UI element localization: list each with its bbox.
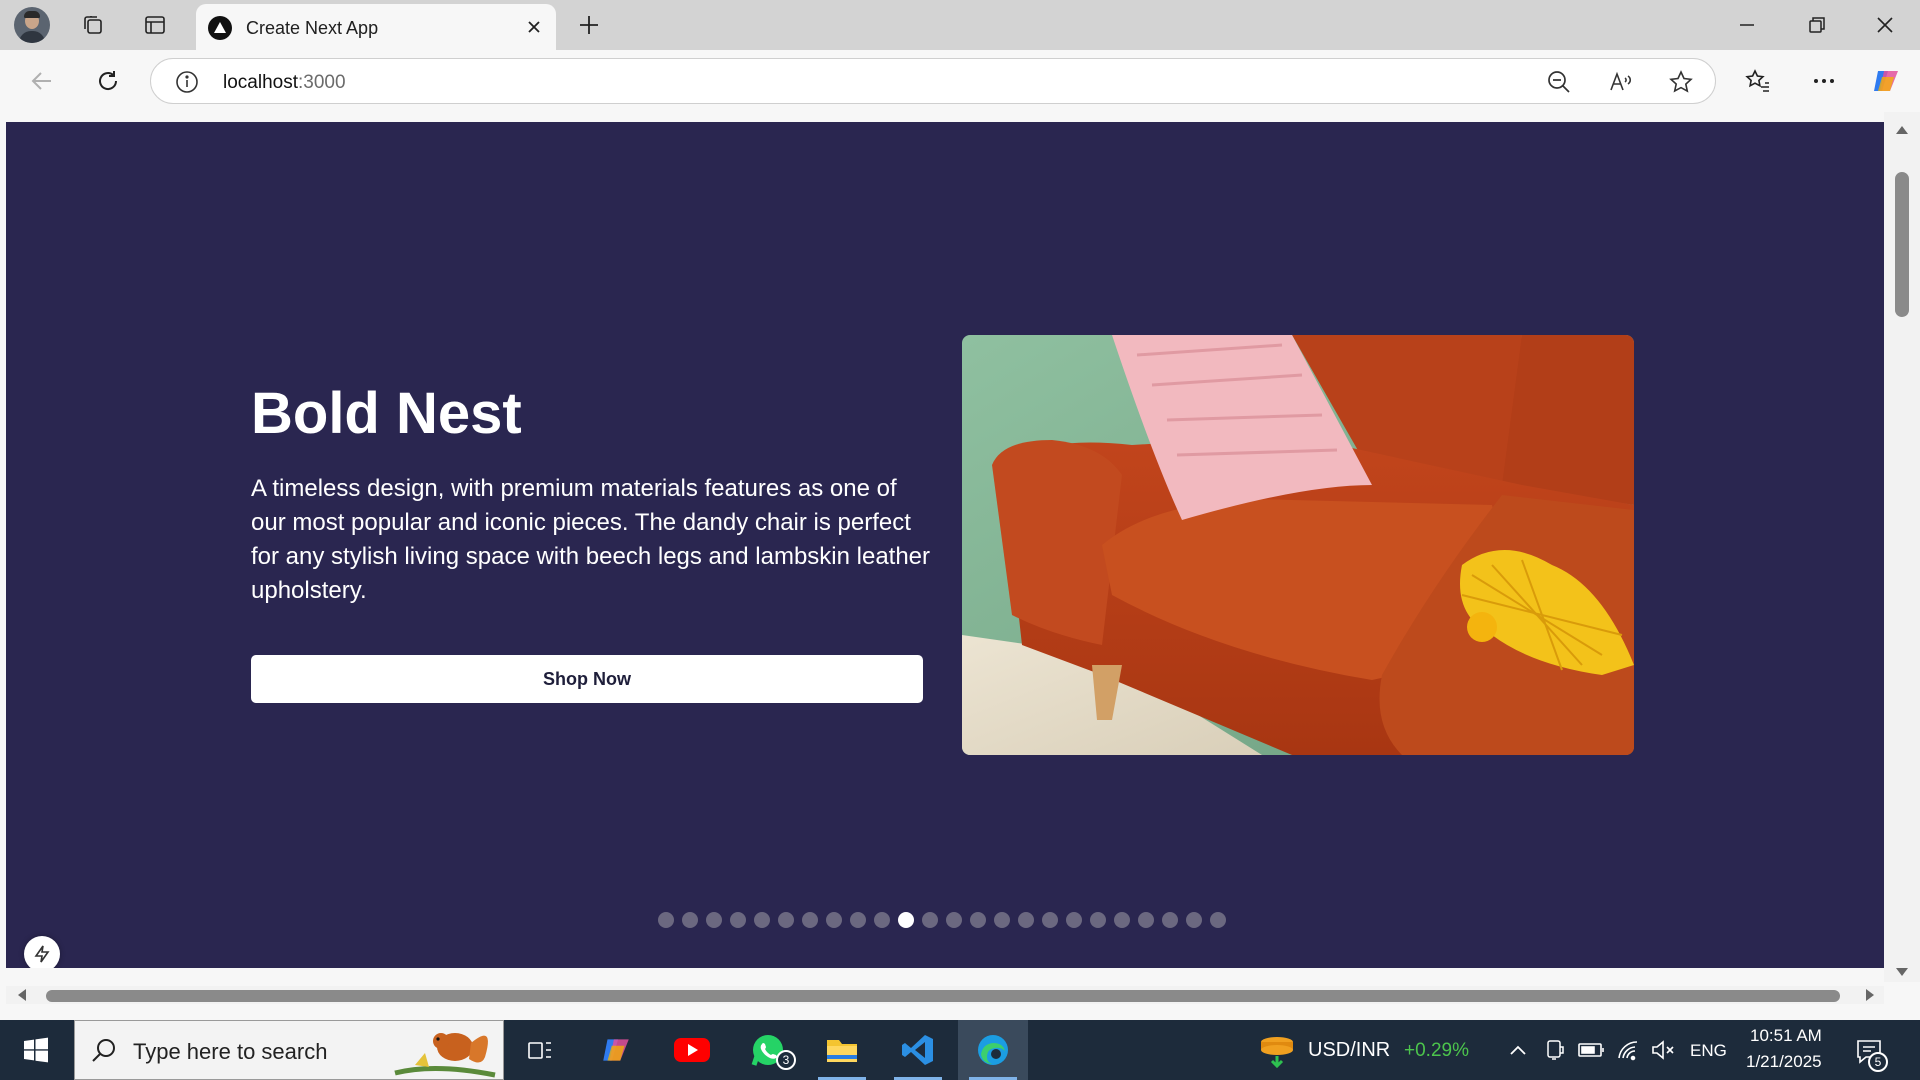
nextjs-dev-tools-icon[interactable] [24,936,60,968]
new-tab-icon[interactable] [572,8,606,42]
file-explorer-icon[interactable] [808,1020,876,1080]
favorites-icon[interactable] [1740,63,1776,99]
hero-description: A timeless design, with premium material… [251,475,931,604]
stock-change: +0.29% [1404,1040,1469,1061]
browser-tab-strip: Create Next App [0,0,1920,50]
carousel-dot[interactable] [1162,912,1178,928]
page-viewport: Bold Nest A timeless design, with premiu… [6,122,1884,968]
vertical-scroll-thumb[interactable] [1895,172,1909,317]
clock-date[interactable]: 1/21/2025 [1746,1052,1822,1072]
horizontal-scrollbar[interactable] [6,986,1884,1004]
favorite-star-icon[interactable] [1667,68,1695,96]
vertical-scrollbar[interactable] [1884,112,1920,982]
carousel-dot[interactable] [658,912,674,928]
search-icon [92,1039,115,1062]
nextjs-favicon-icon [208,16,232,40]
tab-active[interactable]: Create Next App [196,4,556,50]
carousel-dot[interactable] [1114,912,1130,928]
scroll-left-icon[interactable] [18,989,26,1001]
shop-now-button[interactable]: Shop Now [251,655,923,703]
refresh-icon[interactable] [90,63,126,99]
carousel-dots [658,912,1226,928]
read-aloud-icon[interactable] [1607,68,1635,96]
stock-label[interactable]: USD/INR [1308,1039,1390,1062]
tab-actions-icon[interactable] [138,8,172,42]
address-bar-row: localhost:3000 [0,50,1920,112]
language-indicator[interactable]: ENG [1690,1041,1727,1061]
carousel-dot[interactable] [1186,912,1202,928]
hero-title: Bold Nest [251,381,522,446]
taskbar-search[interactable]: Type here to search [74,1020,504,1080]
minimize-icon[interactable] [1724,8,1770,42]
zoom-out-icon[interactable] [1545,68,1573,96]
clock-time[interactable]: 10:51 AM [1750,1026,1822,1046]
youtube-icon[interactable] [658,1020,726,1080]
meet-now-icon[interactable] [1544,1038,1566,1062]
windows-taskbar: Type here to search 3 USD/INR +0.29% ENG… [0,1020,1920,1080]
carousel-dot[interactable] [922,912,938,928]
carousel-dot[interactable] [946,912,962,928]
workspaces-icon[interactable] [76,8,110,42]
carousel-dot[interactable] [1042,912,1058,928]
more-options-icon[interactable] [1806,63,1842,99]
carousel-dot[interactable] [874,912,890,928]
volume-muted-icon[interactable] [1650,1038,1676,1062]
site-info-icon[interactable] [175,70,199,94]
copilot-icon[interactable] [1868,63,1904,99]
carousel-dot[interactable] [850,912,866,928]
carousel-dot[interactable] [706,912,722,928]
back-icon[interactable] [24,63,60,99]
carousel-dot[interactable] [682,912,698,928]
address-bar[interactable]: localhost:3000 [150,58,1716,104]
carousel-dot[interactable] [754,912,770,928]
scroll-down-icon[interactable] [1896,968,1908,976]
carousel-dot[interactable] [778,912,794,928]
copilot-taskbar-icon[interactable] [582,1020,650,1080]
carousel-dot[interactable] [1090,912,1106,928]
whatsapp-icon[interactable]: 3 [734,1020,802,1080]
carousel-dot[interactable] [826,912,842,928]
carousel-dot[interactable] [970,912,986,928]
horizontal-scroll-thumb[interactable] [46,990,1840,1002]
edge-icon[interactable] [958,1020,1028,1080]
chevron-up-icon[interactable] [1508,1040,1528,1060]
wifi-icon[interactable] [1616,1038,1642,1062]
currency-coins-icon [1261,1037,1293,1068]
carousel-dot[interactable] [1066,912,1082,928]
carousel-dot-active[interactable] [898,912,914,928]
whatsapp-badge: 3 [776,1050,796,1070]
tab-title: Create Next App [246,18,379,38]
scroll-up-icon[interactable] [1896,126,1908,134]
tab-close-icon[interactable] [520,13,548,41]
search-placeholder: Type here to search [133,1039,328,1064]
carousel-dot[interactable] [730,912,746,928]
close-window-icon[interactable] [1862,8,1908,42]
carousel-dot[interactable] [994,912,1010,928]
windows-start-icon[interactable] [10,1029,62,1071]
carousel-dot[interactable] [1018,912,1034,928]
battery-icon[interactable] [1578,1040,1606,1060]
url-text[interactable]: localhost:3000 [223,72,346,94]
task-view-icon[interactable] [506,1020,574,1080]
squirrel-search-highlight-icon [394,1033,496,1078]
notification-badge: 5 [1868,1052,1888,1072]
hero-product-image [962,335,1634,755]
carousel-dot[interactable] [1138,912,1154,928]
carousel-dot[interactable] [1210,912,1226,928]
profile-avatar[interactable] [14,7,50,43]
scroll-right-icon[interactable] [1866,989,1874,1001]
restore-icon[interactable] [1794,8,1840,42]
carousel-dot[interactable] [802,912,818,928]
vscode-icon[interactable] [884,1020,952,1080]
